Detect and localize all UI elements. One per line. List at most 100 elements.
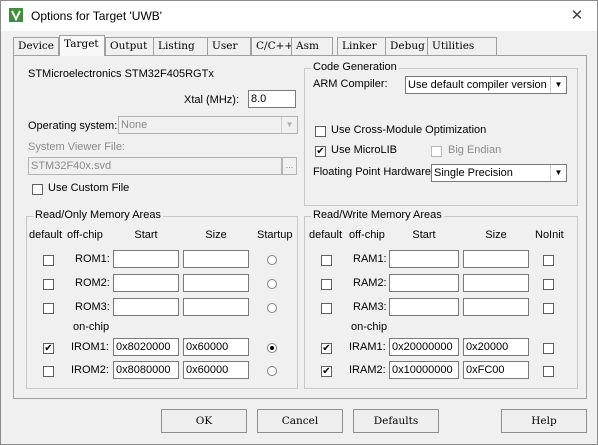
rom1-default-checkbox[interactable] [43, 255, 54, 266]
rom-default-header: default [29, 229, 63, 241]
chevron-down-icon: ▼ [281, 117, 297, 133]
tab-utilities[interactable]: Utilities [427, 37, 497, 55]
rom1-label: ROM1: [75, 253, 110, 265]
compiler-label: ARM Compiler: [313, 78, 388, 90]
tab-output[interactable]: Output [105, 37, 155, 55]
rom3-startup-radio[interactable] [267, 303, 277, 313]
rom2-label: ROM2: [75, 277, 110, 289]
ram-onchip-label: on-chip [351, 321, 388, 333]
iram1-noinit-checkbox[interactable] [543, 343, 554, 354]
iram1-start-input[interactable]: 0x20000000 [389, 338, 459, 356]
fp-hardware-value: Single Precision [434, 167, 513, 179]
ram3-size-input[interactable] [463, 298, 529, 316]
irom1-default-checkbox[interactable]: ✔ [43, 343, 54, 354]
window-title: Options for Target 'UWB' [31, 9, 163, 23]
ram2-default-checkbox[interactable] [321, 279, 332, 290]
xtal-input[interactable]: 8.0 [248, 90, 296, 108]
tab-debug[interactable]: Debug [385, 37, 429, 55]
tab-device[interactable]: Device [13, 37, 59, 55]
os-label: Operating system: [28, 120, 118, 132]
rom-areas-title: Read/Only Memory Areas [33, 209, 163, 221]
defaults-button[interactable]: Defaults [353, 409, 439, 433]
ram3-start-input[interactable] [389, 298, 459, 316]
ram1-size-input[interactable] [463, 250, 529, 268]
rom-offchip-header: off-chip [67, 229, 103, 241]
options-dialog: Options for Target 'UWB' ✕ Device Target… [0, 0, 598, 445]
cancel-button[interactable]: Cancel [257, 409, 343, 433]
compiler-value: Use default compiler version 5 [408, 79, 556, 91]
irom2-size-input[interactable]: 0x60000 [183, 361, 249, 379]
tab-asm[interactable]: Asm [291, 37, 333, 55]
iram1-label: IRAM1: [349, 341, 386, 353]
ram-start-header: Start [412, 229, 436, 241]
rom3-default-checkbox[interactable] [43, 303, 54, 314]
iram1-default-checkbox[interactable]: ✔ [321, 343, 332, 354]
close-icon[interactable]: ✕ [567, 6, 587, 26]
ram-areas-title: Read/Write Memory Areas [311, 209, 444, 221]
rom2-default-checkbox[interactable] [43, 279, 54, 290]
ram3-default-checkbox[interactable] [321, 303, 332, 314]
iram2-noinit-checkbox[interactable] [543, 366, 554, 377]
os-select[interactable]: None ▼ [118, 116, 298, 134]
rom1-size-input[interactable] [183, 250, 249, 268]
ram2-start-input[interactable] [389, 274, 459, 292]
ram2-label: RAM2: [353, 277, 387, 289]
rom3-start-input[interactable] [113, 298, 179, 316]
ram3-label: RAM3: [353, 301, 387, 313]
cross-module-checkbox[interactable] [315, 126, 326, 137]
tab-linker[interactable]: Linker [337, 37, 387, 55]
ram3-noinit-checkbox[interactable] [543, 303, 554, 314]
rom2-startup-radio[interactable] [267, 279, 277, 289]
microlib-checkbox[interactable]: ✔ [315, 146, 326, 157]
keil-app-icon [9, 8, 23, 22]
xtal-label: Xtal (MHz): [184, 94, 239, 106]
ram1-start-input[interactable] [389, 250, 459, 268]
tab-listing[interactable]: Listing [153, 37, 209, 55]
fp-hardware-label: Floating Point Hardware: [313, 166, 435, 178]
help-button[interactable]: Help [501, 409, 587, 433]
iram2-size-input[interactable]: 0xFC00 [463, 361, 529, 379]
chevron-down-icon: ▼ [550, 165, 566, 181]
irom1-startup-radio[interactable] [267, 343, 277, 353]
big-endian-checkbox[interactable] [431, 146, 442, 157]
svd-browse-button[interactable]: ... [282, 157, 297, 175]
iram2-default-checkbox[interactable]: ✔ [321, 366, 332, 377]
ram-noinit-header: NoInit [535, 229, 564, 241]
fp-hardware-select[interactable]: Single Precision ▼ [431, 164, 567, 182]
tab-user[interactable]: User [207, 37, 251, 55]
ram2-size-input[interactable] [463, 274, 529, 292]
ram2-noinit-checkbox[interactable] [543, 279, 554, 290]
irom1-size-input[interactable]: 0x60000 [183, 338, 249, 356]
rom2-start-input[interactable] [113, 274, 179, 292]
big-endian-label: Big Endian [448, 144, 502, 156]
ram1-label: RAM1: [353, 253, 387, 265]
rom3-size-input[interactable] [183, 298, 249, 316]
ram-size-header: Size [485, 229, 507, 241]
rom1-start-input[interactable] [113, 250, 179, 268]
code-generation-group: Code Generation ARM Compiler: Use defaul… [304, 61, 578, 206]
irom2-startup-radio[interactable] [267, 366, 277, 376]
tab-target[interactable]: Target [59, 35, 105, 56]
iram2-start-input[interactable]: 0x10000000 [389, 361, 459, 379]
rom1-startup-radio[interactable] [267, 255, 277, 265]
os-value: None [121, 119, 148, 131]
irom2-label: IROM2: [71, 364, 109, 376]
ok-button[interactable]: OK [161, 409, 247, 433]
code-generation-title: Code Generation [311, 61, 399, 73]
irom2-default-checkbox[interactable] [43, 366, 54, 377]
iram1-size-input[interactable]: 0x20000 [463, 338, 529, 356]
ram1-default-checkbox[interactable] [321, 255, 332, 266]
rom-areas-group: Read/Only Memory Areas default off-chip … [26, 209, 298, 389]
ram-default-header: default [309, 229, 343, 241]
svd-path-input[interactable]: STM32F40x.svd [28, 157, 282, 175]
irom1-label: IROM1: [71, 341, 109, 353]
ram1-noinit-checkbox[interactable] [543, 255, 554, 266]
irom1-start-input[interactable]: 0x8020000 [113, 338, 179, 356]
microlib-label: Use MicroLIB [331, 144, 398, 156]
rom2-size-input[interactable] [183, 274, 249, 292]
tab-c-cpp[interactable]: C/C++ [251, 37, 295, 55]
compiler-select[interactable]: Use default compiler version 5 ▼ [405, 76, 567, 94]
custom-file-checkbox[interactable] [32, 184, 43, 195]
irom2-start-input[interactable]: 0x8080000 [113, 361, 179, 379]
title-bar: Options for Target 'UWB' ✕ [1, 1, 597, 31]
